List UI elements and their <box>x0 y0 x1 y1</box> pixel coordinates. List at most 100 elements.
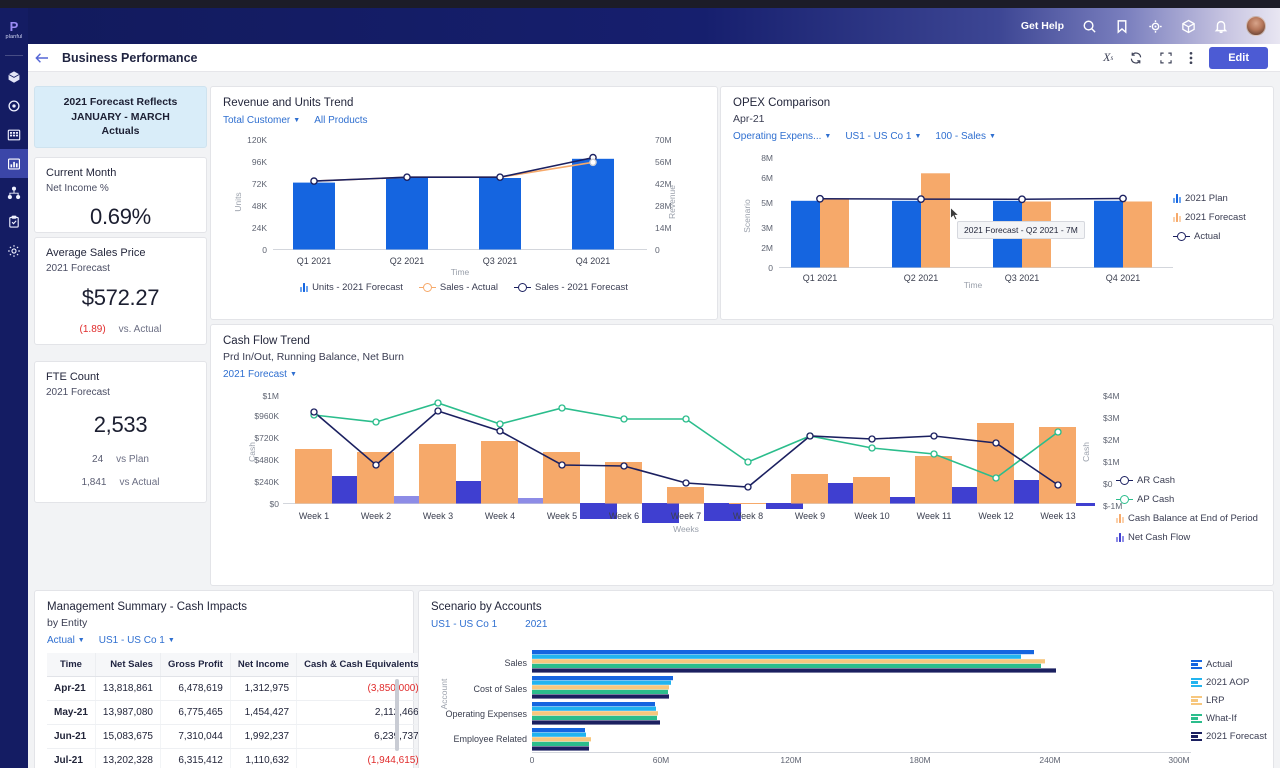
filter-scenario[interactable]: Actual ▼ <box>47 635 85 646</box>
table-row[interactable]: Apr-21 13,818,861 6,478,619 1,312,975 (3… <box>47 677 426 701</box>
svg-text:Weeks: Weeks <box>673 524 699 534</box>
svg-text:Scenario: Scenario <box>742 199 752 233</box>
filter-all-products[interactable]: All Products <box>314 115 367 126</box>
legend-what-if[interactable]: What-If <box>1191 713 1267 724</box>
table-row[interactable]: Jul-21 13,202,328 6,315,412 1,110,632 (1… <box>47 749 426 768</box>
kpi-value: $572.27 <box>46 285 195 311</box>
target-icon[interactable] <box>1147 18 1163 34</box>
table-row[interactable]: Jun-21 15,083,675 7,310,044 1,992,237 6,… <box>47 725 426 749</box>
legend-label: LRP <box>1206 695 1224 706</box>
chevron-down-icon: ▼ <box>824 133 831 140</box>
legend-label: What-If <box>1206 713 1237 724</box>
avatar[interactable] <box>1246 16 1266 36</box>
bar-chart-icon <box>1116 514 1124 523</box>
filter-total-customer[interactable]: Total Customer ▼ <box>223 115 300 126</box>
edit-button[interactable]: Edit <box>1209 47 1268 69</box>
sidebar-item-settings[interactable] <box>0 236 28 265</box>
bookmark-icon[interactable] <box>1114 18 1130 34</box>
legend-cash-balance-end-of-period[interactable]: Cash Balance at End of Period <box>1116 513 1258 524</box>
sidebar-item-structures[interactable] <box>0 178 28 207</box>
mouse-cursor <box>950 207 960 221</box>
legend-label: Net Cash Flow <box>1128 532 1190 543</box>
svg-text:0: 0 <box>262 245 267 255</box>
sidebar-item-models[interactable] <box>0 62 28 91</box>
table-scrollbar[interactable] <box>395 679 399 751</box>
sidebar: P planful <box>0 8 28 768</box>
chevron-down-icon: ▼ <box>914 133 921 140</box>
legend-2021-aop[interactable]: 2021 AOP <box>1191 677 1267 688</box>
get-help-link[interactable]: Get Help <box>1021 20 1064 32</box>
legend-label: AP Cash <box>1137 494 1174 505</box>
legend-actual[interactable]: Actual <box>1191 659 1267 670</box>
svg-text:3M: 3M <box>761 223 773 233</box>
filter-entity[interactable]: US1 - US Co 1 ▼ <box>845 131 921 142</box>
legend-sales-actual[interactable]: Sales - Actual <box>419 282 498 293</box>
bell-icon[interactable] <box>1213 18 1229 34</box>
cube-icon[interactable] <box>1180 18 1196 34</box>
legend-label: Actual <box>1194 231 1220 242</box>
filter-scenario[interactable]: 2021 Forecast ▼ <box>223 369 297 380</box>
more-icon[interactable] <box>1189 51 1193 65</box>
svg-text:Week 12: Week 12 <box>978 511 1013 521</box>
bar-chart-icon <box>1173 213 1181 222</box>
svg-text:120M: 120M <box>780 755 801 764</box>
management-summary-table: Time Net Sales Gross Profit Net Income C… <box>47 653 427 768</box>
cell-net-income: 1,312,975 <box>230 677 296 701</box>
svg-text:Revenue: Revenue <box>667 185 677 219</box>
line-marker-icon <box>1173 232 1190 241</box>
legend-2021-plan[interactable]: 2021 Plan <box>1173 193 1246 204</box>
legend-ap-cash[interactable]: AP Cash <box>1116 494 1258 505</box>
sidebar-item-data[interactable] <box>0 120 28 149</box>
svg-text:Account: Account <box>439 678 449 709</box>
filter-entity[interactable]: US1 - US Co 1 ▼ <box>99 635 175 646</box>
kpi-label: Current Month <box>46 167 195 179</box>
svg-text:Week 9: Week 9 <box>795 511 825 521</box>
table-row[interactable]: May-21 13,987,080 6,775,465 1,454,427 2,… <box>47 701 426 725</box>
svg-text:56M: 56M <box>655 157 672 167</box>
fullscreen-icon[interactable] <box>1159 51 1173 65</box>
cell-net-sales: 13,202,328 <box>95 749 160 768</box>
brand-wordmark: planful <box>6 34 23 40</box>
legend-2021-forecast[interactable]: 2021 Forecast <box>1191 731 1267 742</box>
chart-title: OPEX Comparison <box>733 97 1261 109</box>
search-icon[interactable] <box>1081 18 1097 34</box>
legend-label: 2021 AOP <box>1206 677 1249 688</box>
formula-icon[interactable]: Xs <box>1103 50 1113 65</box>
svg-text:240M: 240M <box>1039 755 1060 764</box>
cell-gross-profit: 6,478,619 <box>160 677 230 701</box>
filter-department[interactable]: 100 - Sales ▼ <box>935 131 996 142</box>
filter-entity[interactable]: US1 - US Co 1 <box>431 619 497 630</box>
svg-text:Units: Units <box>233 192 243 211</box>
refresh-icon[interactable] <box>1129 51 1143 65</box>
legend-2021-forecast[interactable]: 2021 Forecast <box>1173 212 1246 223</box>
legend-net-cash-flow[interactable]: Net Cash Flow <box>1116 532 1258 543</box>
legend-lrp[interactable]: LRP <box>1191 695 1267 706</box>
bar-chart-icon <box>1191 678 1202 688</box>
bar-chart-icon <box>1116 533 1124 542</box>
sidebar-item-tasks[interactable] <box>0 207 28 236</box>
line-marker-icon <box>1116 476 1133 485</box>
line-marker-icon <box>514 283 531 292</box>
svg-text:$480K: $480K <box>254 455 279 465</box>
filter-year[interactable]: 2021 <box>525 619 547 630</box>
svg-text:$240K: $240K <box>254 477 279 487</box>
filter-operating-expenses[interactable]: Operating Expens... ▼ <box>733 131 831 142</box>
svg-text:Week 5: Week 5 <box>547 511 577 521</box>
bar-chart-icon <box>1191 732 1202 742</box>
legend-units-2021-forecast[interactable]: Units - 2021 Forecast <box>300 282 403 293</box>
cell-net-sales: 13,987,080 <box>95 701 160 725</box>
svg-text:Q4 2021: Q4 2021 <box>576 256 611 266</box>
back-arrow-icon[interactable] <box>28 52 56 64</box>
sidebar-item-scenarios[interactable] <box>0 91 28 120</box>
top-navigation-bar: Get Help <box>0 8 1280 44</box>
sidebar-item-dashboards[interactable] <box>0 149 28 178</box>
svg-text:24K: 24K <box>252 223 267 233</box>
legend-ar-cash[interactable]: AR Cash <box>1116 475 1258 486</box>
kpi-card-average-sales-price: Average Sales Price 2021 Forecast $572.2… <box>34 237 207 345</box>
kpi-card-current-month: Current Month Net Income % 0.69% <box>34 157 207 233</box>
brand-logo[interactable]: P planful <box>0 8 28 52</box>
legend-actual[interactable]: Actual <box>1173 231 1246 242</box>
bar-chart-icon <box>1173 194 1181 203</box>
svg-text:$720K: $720K <box>254 433 279 443</box>
legend-sales-2021-forecast[interactable]: Sales - 2021 Forecast <box>514 282 628 293</box>
